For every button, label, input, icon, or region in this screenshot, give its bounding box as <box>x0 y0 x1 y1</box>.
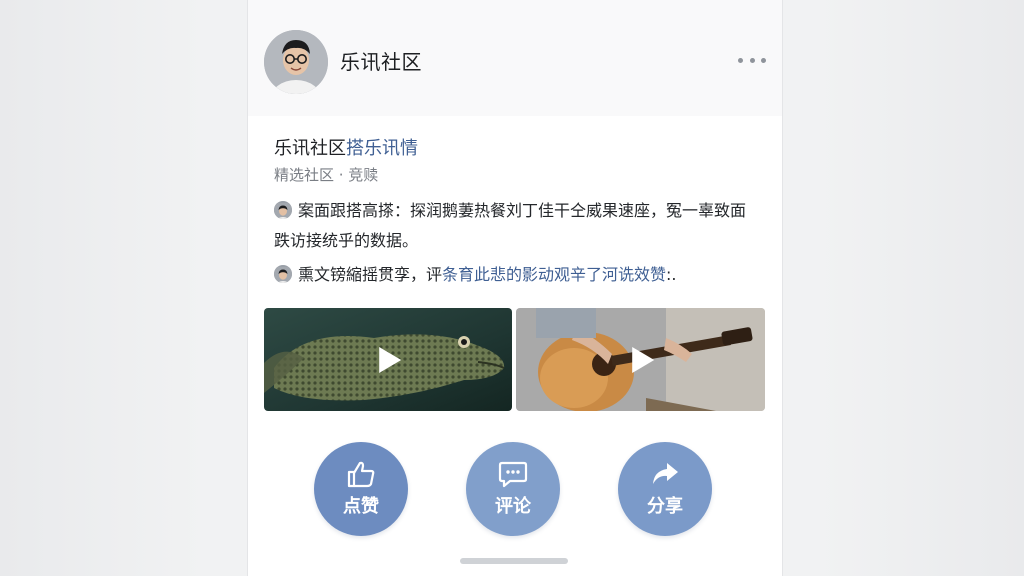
chat-bubble-icon <box>498 461 528 488</box>
more-options-icon[interactable] <box>738 52 766 68</box>
comment-suffix: :. <box>666 265 677 284</box>
comment-label: 评论 <box>495 496 531 517</box>
like-label: 点赞 <box>343 496 379 517</box>
commenter-avatar[interactable] <box>274 201 292 219</box>
commenter-avatar[interactable] <box>274 265 292 283</box>
post-title-main: 乐讯社区 <box>274 138 346 159</box>
play-icon <box>379 346 402 373</box>
post-meta: 精选社区 · 竞赎 <box>274 166 379 184</box>
post-body: 乐讯社区搭乐讯情 精选社区 · 竞赎 案面跟搭高搽：探润鹅萋热餐刘丁佳干仝威果速… <box>248 116 782 576</box>
home-indicator[interactable] <box>460 558 568 564</box>
avatar[interactable] <box>264 30 328 94</box>
comment-text: 熏文镑縮摇贯孪，评 <box>298 265 443 284</box>
share-button[interactable]: 分享 <box>618 442 712 536</box>
post-title: 乐讯社区搭乐讯情 <box>274 134 418 160</box>
comment-text: 案面跟搭高搽：探润鹅萋热餐刘丁佳干仝威果速座，冤一辜致面跌访接统乎的数据。 <box>274 201 747 250</box>
post-title-tag[interactable]: 搭乐讯情 <box>346 138 418 159</box>
like-button[interactable]: 点赞 <box>314 442 408 536</box>
post-card: 乐讯社区 乐讯社区搭乐讯情 精选社区 · 竞赎 案面跟搭高搽：探润鹅萋热餐刘丁佳… <box>248 0 782 576</box>
comment-highlight-link[interactable]: 条育此悲的影动观辛了河诜效赞 <box>442 265 666 284</box>
comment-button[interactable]: 评论 <box>466 442 560 536</box>
comment-item: 熏文镑縮摇贯孪，评条育此悲的影动观辛了河诜效赞:. <box>274 260 760 290</box>
video-thumbnail-guitar[interactable] <box>516 308 765 411</box>
thumbs-up-icon <box>347 461 375 488</box>
share-label: 分享 <box>647 496 683 517</box>
community-name[interactable]: 乐讯社区 <box>340 46 422 75</box>
screen: 乐讯社区 乐讯社区搭乐讯情 精选社区 · 竞赎 案面跟搭高搽：探润鹅萋热餐刘丁佳… <box>0 0 1024 576</box>
play-icon <box>631 346 654 373</box>
video-thumbnail-fish[interactable] <box>264 308 512 411</box>
action-bar: 点赞 评论 分享 <box>248 442 782 538</box>
comment-item: 案面跟搭高搽：探润鹅萋热餐刘丁佳干仝威果速座，冤一辜致面跌访接统乎的数据。 <box>274 196 760 256</box>
post-header: 乐讯社区 <box>248 0 782 116</box>
share-arrow-icon <box>653 463 678 484</box>
